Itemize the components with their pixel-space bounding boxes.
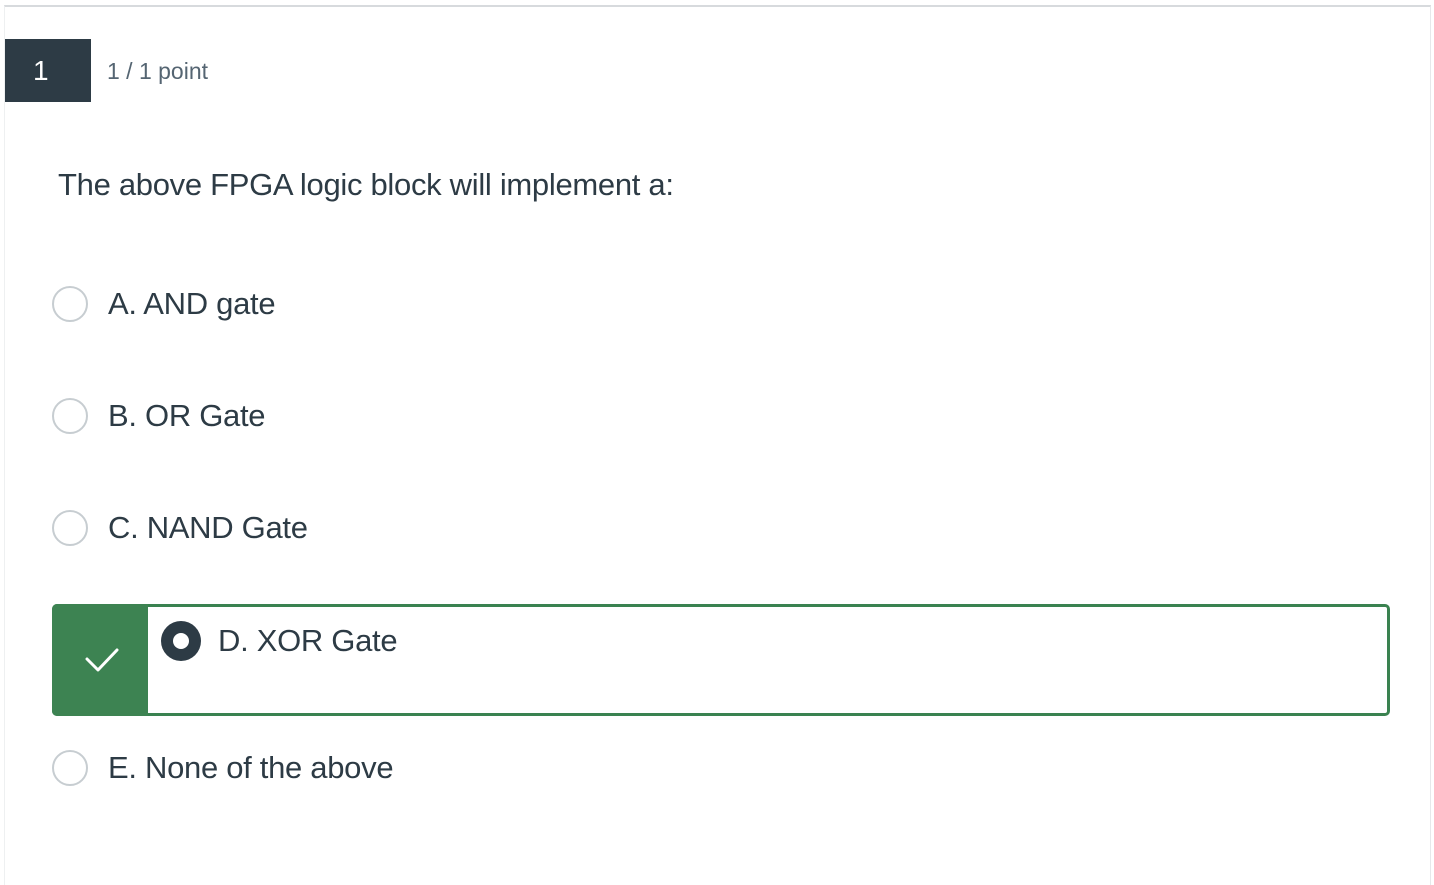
answer-option-c[interactable]: C. NAND Gate (52, 508, 308, 548)
correct-answer-option-d[interactable]: D. XOR Gate (52, 604, 1390, 716)
answer-option-d[interactable]: D. XOR Gate (161, 621, 398, 661)
radio-button[interactable] (52, 286, 88, 322)
answer-option-a[interactable]: A. AND gate (52, 284, 276, 324)
radio-button[interactable] (52, 750, 88, 786)
answer-label: B. OR Gate (108, 398, 266, 433)
checkmark-icon (85, 648, 119, 672)
quiz-page: 1 1 / 1 point The above FPGA logic block… (0, 0, 1434, 885)
question-text: The above FPGA logic block will implemen… (58, 167, 674, 202)
correct-answer-flag (52, 604, 148, 716)
question-number: 1 (5, 39, 91, 102)
answer-option-b[interactable]: B. OR Gate (52, 396, 266, 436)
radio-button[interactable] (52, 398, 88, 434)
radio-button[interactable] (52, 510, 88, 546)
question-points: 1 / 1 point (107, 58, 209, 84)
answer-option-e[interactable]: E. None of the above (52, 748, 394, 788)
selected-radio-button[interactable] (161, 621, 201, 661)
answer-label: C. NAND Gate (108, 510, 308, 545)
answer-label: D. XOR Gate (218, 623, 398, 658)
answer-label: E. None of the above (108, 750, 394, 785)
answer-label: A. AND gate (108, 286, 276, 321)
